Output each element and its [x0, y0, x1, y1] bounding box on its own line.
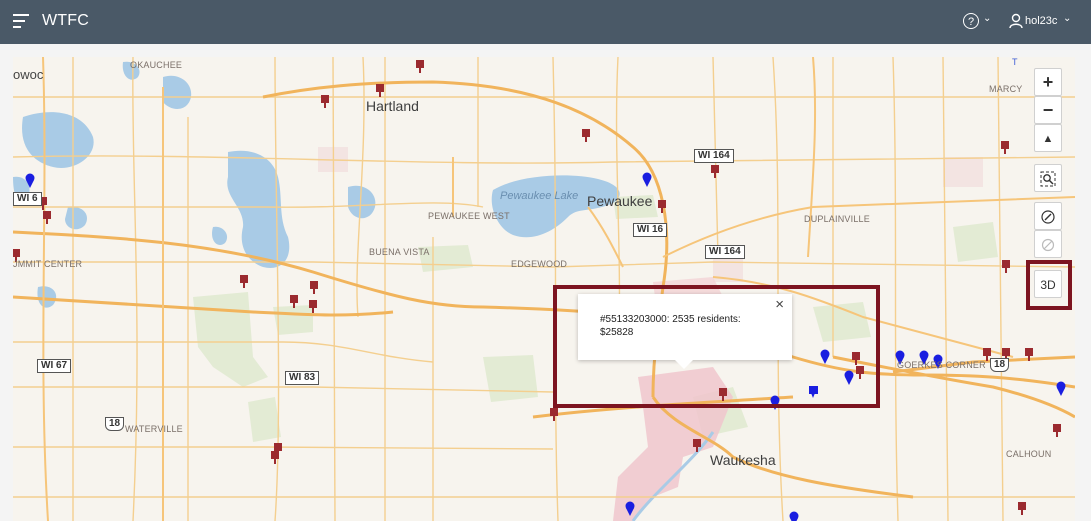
highlight-box-popup — [553, 285, 880, 408]
lake-label-pewaukee: Pewaukee Lake — [500, 190, 579, 202]
chevron-down-icon[interactable]: ⌄ — [1063, 13, 1071, 24]
place-label-summit-center: JMMIT CENTER — [13, 259, 83, 269]
highway-shield-us18: 18 — [990, 358, 1010, 372]
compass-button[interactable]: ▲ — [1034, 124, 1062, 152]
app-title[interactable]: WTFC — [42, 12, 89, 30]
highway-shield-us18: 18 — [105, 417, 125, 431]
place-label-pewaukee-west: PEWAUKEE WEST — [428, 211, 510, 221]
place-label-marcy: MARCY — [989, 84, 1023, 94]
clear-selection-button[interactable] — [1034, 230, 1062, 258]
highlight-box-3d — [1026, 260, 1072, 310]
app-header: WTFC ? ⌄ hol23c ⌄ — [0, 0, 1091, 44]
place-label-oconomowoc: owoc — [13, 67, 44, 82]
help-icon[interactable]: ? — [963, 13, 979, 29]
draw-selection-button[interactable] — [1034, 202, 1062, 230]
map-basemap[interactable] — [13, 57, 1075, 521]
map-view[interactable]: Hartland Pewaukee Waukesha Pewaukee Lake… — [13, 57, 1075, 521]
place-label-waukesha: Waukesha — [710, 452, 776, 468]
user-name[interactable]: hol23c — [1025, 15, 1057, 27]
highway-shield-wi83: WI 83 — [285, 371, 320, 385]
zoom-in-button[interactable]: + — [1034, 68, 1062, 96]
place-label-pewaukee: Pewaukee — [587, 193, 653, 209]
place-label-waterville: WATERVILLE — [125, 424, 183, 434]
clear-icon — [1041, 238, 1055, 252]
place-label-hartland: Hartland — [366, 98, 419, 114]
lasso-icon — [1041, 210, 1055, 224]
zoom-to-extent-button[interactable] — [1034, 164, 1062, 192]
place-label-goerkes-corner: GOERKES CORNER — [897, 360, 986, 370]
highway-shield-wi67: WI 67 — [37, 359, 72, 373]
place-label-edgewood: EDGEWOOD — [511, 259, 568, 269]
zoom-extent-icon — [1040, 171, 1056, 187]
highway-shield-wi164: WI 164 — [705, 245, 745, 259]
highway-shield-wi16: WI 16 — [633, 223, 668, 237]
hamburger-menu-icon[interactable] — [13, 14, 29, 28]
user-icon[interactable] — [1009, 13, 1023, 29]
highway-shield-wi164: WI 164 — [694, 149, 734, 163]
map-label-t: T — [1012, 57, 1018, 67]
place-label-duplainville: DUPLAINVILLE — [804, 214, 870, 224]
highway-shield-wi: WI 6 — [13, 192, 42, 206]
place-label-calhoun: CALHOUN — [1006, 449, 1052, 459]
zoom-out-button[interactable]: − — [1034, 96, 1062, 124]
place-label-buena-vista: BUENA VISTA — [369, 247, 430, 257]
chevron-down-icon[interactable]: ⌄ — [983, 13, 991, 24]
place-label-okauchee: OKAUCHEE — [130, 60, 183, 70]
